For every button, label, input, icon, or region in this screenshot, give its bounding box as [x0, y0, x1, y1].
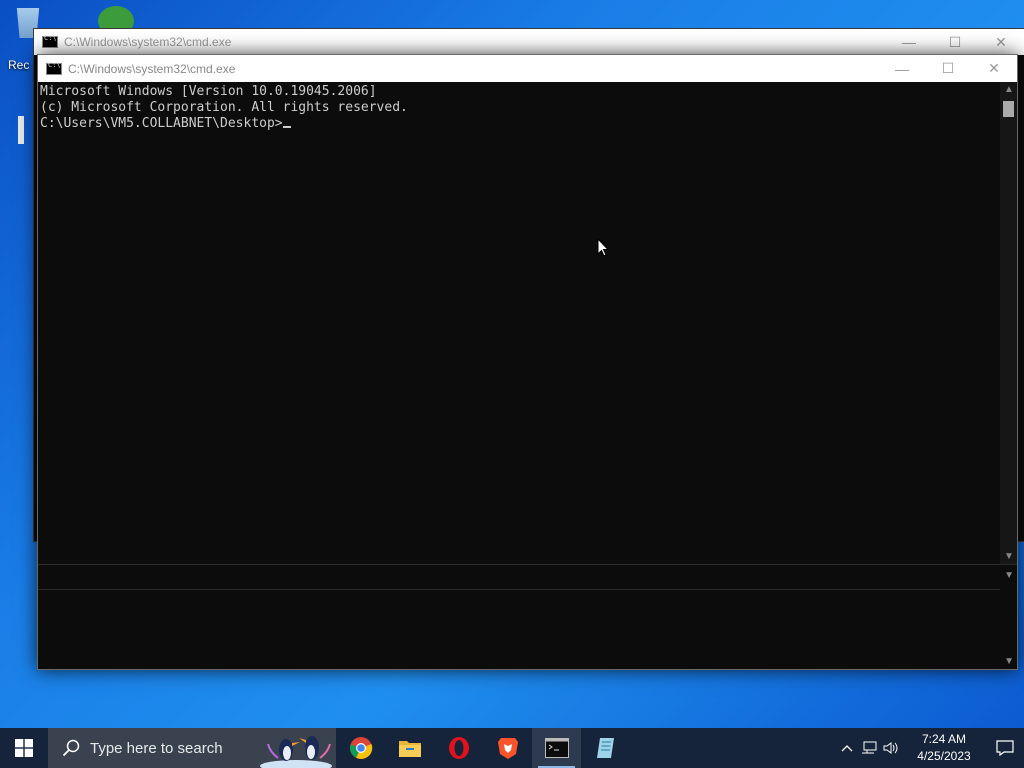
window-title: C:\Windows\system32\cmd.exe	[64, 35, 232, 49]
vertical-scrollbar[interactable]: ▲ ▼	[1000, 82, 1017, 564]
taskbar: Type here to search 7:24 AM 4/25/2023	[0, 728, 1024, 768]
volume-icon[interactable]	[880, 728, 902, 768]
minimize-button[interactable]: —	[879, 55, 925, 82]
clock[interactable]: 7:24 AM 4/25/2023	[902, 731, 986, 765]
search-box[interactable]: Type here to search	[48, 728, 336, 768]
console-line: Microsoft Windows [Version 10.0.19045.20…	[40, 84, 377, 99]
window-title: C:\Windows\system32\cmd.exe	[68, 61, 236, 76]
console-prompt-line: C:\Users\VM5.COLLABNET\Desktop>	[40, 116, 1000, 132]
file-explorer-icon	[398, 741, 421, 757]
search-highlight-penguins-icon	[260, 736, 332, 768]
desktop-icon-label: Rec	[8, 58, 30, 72]
chevron-down-icon[interactable]: ▼	[1004, 656, 1014, 667]
console-output[interactable]: Microsoft Windows [Version 10.0.19045.20…	[38, 82, 1000, 564]
system-tray: 7:24 AM 4/25/2023	[836, 728, 1024, 768]
taskbar-cmd[interactable]	[532, 728, 581, 768]
cmd-icon	[46, 61, 62, 75]
text-cursor	[282, 126, 291, 128]
console-prompt: C:\Users\VM5.COLLABNET\Desktop>	[40, 116, 283, 131]
scroll-down-icon[interactable]: ▼	[1004, 551, 1014, 562]
maximize-button[interactable]: ☐	[932, 29, 978, 55]
taskbar-file-explorer[interactable]	[385, 728, 434, 768]
action-center-button[interactable]	[986, 728, 1024, 768]
title-bar[interactable]: C:\Windows\system32\cmd.exe — ☐ ✕	[38, 55, 1017, 82]
clock-time: 7:24 AM	[921, 732, 967, 746]
scrollbar-thumb[interactable]	[1003, 101, 1014, 117]
cmd-icon	[42, 34, 58, 48]
notification-icon	[996, 740, 1014, 756]
brave-icon	[497, 738, 518, 759]
chevron-down-icon[interactable]: ▼	[1004, 570, 1014, 581]
taskbar-notepad[interactable]	[581, 728, 630, 768]
chrome-icon	[349, 737, 372, 759]
empty-pane	[38, 590, 1000, 669]
minimize-button[interactable]: —	[886, 29, 932, 55]
console-line: (c) Microsoft Corporation. All rights re…	[40, 100, 408, 115]
clock-date: 4/25/2023	[917, 749, 971, 763]
title-bar[interactable]: C:\Windows\system32\cmd.exe — ☐ ✕	[34, 29, 1024, 55]
desktop-icon-partial	[18, 116, 24, 144]
scroll-up-icon[interactable]: ▲	[1004, 84, 1014, 95]
maximize-button[interactable]: ☐	[925, 55, 971, 82]
opera-icon	[448, 737, 469, 759]
search-placeholder: Type here to search	[90, 739, 223, 757]
taskbar-chrome[interactable]	[336, 728, 385, 768]
start-button[interactable]	[0, 728, 48, 768]
close-button[interactable]: ✕	[978, 29, 1024, 55]
empty-pane-row	[38, 565, 1000, 590]
taskbar-brave[interactable]	[483, 728, 532, 768]
windows-logo-icon	[15, 739, 33, 757]
notepad-icon	[596, 738, 614, 758]
search-icon	[62, 739, 80, 757]
cmd-window[interactable]: C:\Windows\system32\cmd.exe — ☐ ✕ Micros…	[37, 54, 1018, 670]
taskbar-opera[interactable]	[434, 728, 483, 768]
cmd-icon	[544, 738, 569, 758]
network-icon[interactable]	[858, 728, 880, 768]
show-hidden-icons-chevron-icon[interactable]	[836, 728, 858, 768]
close-button[interactable]: ✕	[971, 55, 1017, 82]
